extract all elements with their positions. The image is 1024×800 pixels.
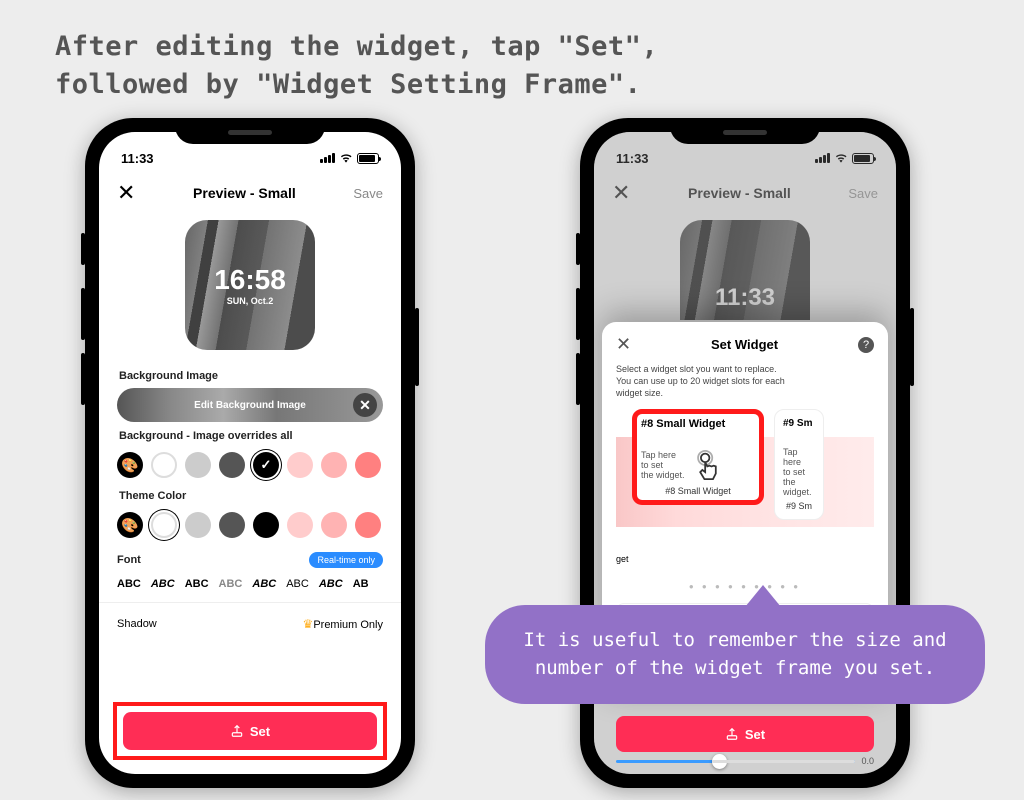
slot-caption: #8 Small Widget [641, 486, 755, 496]
color-swatch[interactable] [185, 512, 211, 538]
color-swatch[interactable] [321, 512, 347, 538]
color-swatch[interactable] [287, 512, 313, 538]
shadow-label: Shadow [117, 618, 157, 630]
save-button[interactable]: Save [353, 186, 383, 201]
set-button-highlight: Set [113, 702, 387, 760]
sheet-close-icon[interactable]: ✕ [616, 334, 631, 355]
slot-title-next: #9 Sm [783, 418, 815, 429]
status-time: 11:33 [121, 151, 154, 166]
instruction-text: After editing the widget, tap "Set", fol… [55, 28, 658, 104]
cellular-icon [320, 153, 335, 163]
font-option[interactable]: AB [353, 578, 369, 590]
slot-tap-text: Tap here to set the widget. [783, 447, 815, 497]
status-time: 11:33 [616, 151, 649, 166]
cellular-icon [815, 153, 830, 163]
color-swatch-selected[interactable] [151, 512, 177, 538]
font-options[interactable]: ABC ABC ABC ABC ABC ABC ABC AB [99, 572, 401, 596]
save-button[interactable]: Save [848, 186, 878, 201]
slot-caption-next: #9 Sm [783, 501, 815, 511]
set-button[interactable]: Set [123, 712, 377, 750]
close-icon[interactable]: ✕ [117, 180, 135, 206]
sheet-subtitle: Select a widget slot you want to replace… [616, 363, 874, 399]
widget-slot-highlighted[interactable]: #8 Small Widget Tap here to set the widg… [632, 409, 764, 505]
header-title: Preview - Small [193, 185, 296, 201]
set-button-label: Set [745, 727, 765, 742]
font-label: Font [117, 554, 141, 566]
widget-slot-next[interactable]: #9 Sm Tap here to set the widget. #9 Sm [774, 409, 824, 520]
edit-bg-label: Edit Background Image [194, 400, 306, 411]
premium-badge: ♛Premium Only [303, 617, 383, 631]
preview-date: SUN, Oct.2 [227, 296, 274, 306]
bg-image-label: Background Image [99, 362, 401, 388]
slot-title: #8 Small Widget [641, 418, 755, 430]
help-icon[interactable]: ? [858, 337, 874, 353]
wifi-icon [339, 153, 353, 164]
preview-clock: 16:58 [214, 264, 286, 296]
slider-value: 0.0 [861, 756, 874, 766]
close-icon[interactable]: ✕ [612, 180, 630, 206]
color-swatch-selected[interactable] [253, 452, 279, 478]
font-option[interactable]: ABC [185, 578, 209, 590]
theme-label: Theme Color [99, 482, 401, 508]
phone-notch [175, 118, 325, 144]
set-button[interactable]: Set [616, 716, 874, 752]
theme-color-row: 🎨 [99, 508, 401, 542]
widget-preview: 16:58 SUN, Oct.2 [185, 220, 315, 350]
tip-callout: It is useful to remember the size and nu… [485, 605, 985, 704]
widget-slot-carousel[interactable]: get #8 Small Widget Tap here to set the … [616, 409, 874, 564]
font-option[interactable]: ABC [219, 578, 243, 590]
font-option[interactable]: ABC [117, 578, 141, 590]
realtime-badge: Real-time only [309, 552, 383, 568]
tap-hand-icon [691, 448, 725, 482]
color-swatch[interactable] [253, 512, 279, 538]
color-swatch[interactable] [151, 452, 177, 478]
color-swatch[interactable] [185, 452, 211, 478]
widget-preview-partial: 11:33 [680, 220, 810, 320]
color-swatch[interactable] [287, 452, 313, 478]
color-swatch[interactable] [219, 452, 245, 478]
font-option[interactable]: ABC [252, 578, 276, 590]
header-title: Preview - Small [688, 185, 791, 201]
color-swatch[interactable] [355, 452, 381, 478]
font-option[interactable]: ABC [319, 578, 343, 590]
palette-icon[interactable]: 🎨 [117, 512, 143, 538]
clear-bg-icon[interactable]: ✕ [353, 393, 377, 417]
bottom-slider[interactable]: 0.0 [616, 756, 874, 766]
sheet-title: Set Widget [711, 337, 778, 352]
slot-tap-text: Tap here to set the widget. [641, 450, 685, 480]
set-button-label: Set [250, 724, 270, 739]
phone-mockup-left: 11:33 ✕ Preview - Small Save 16:58 SUN, … [85, 118, 415, 788]
bg-override-label: Background - Image overrides all [99, 422, 401, 448]
font-option[interactable]: ABC [151, 578, 175, 590]
crown-icon: ♛ [303, 617, 314, 631]
font-option[interactable]: ABC [286, 578, 309, 590]
slider-thumb[interactable] [712, 754, 727, 769]
upload-icon [230, 724, 244, 738]
battery-icon [852, 153, 874, 164]
preview-clock-alt: 11:33 [715, 284, 775, 312]
color-swatch[interactable] [355, 512, 381, 538]
edit-bg-button[interactable]: Edit Background Image ✕ [117, 388, 383, 422]
slot-caption-prev: get [616, 554, 622, 564]
upload-icon [725, 727, 739, 741]
wifi-icon [834, 153, 848, 164]
color-swatch[interactable] [219, 512, 245, 538]
color-swatch[interactable] [321, 452, 347, 478]
bg-color-row: 🎨 [99, 448, 401, 482]
phone-notch [670, 118, 820, 144]
palette-icon[interactable]: 🎨 [117, 452, 143, 478]
battery-icon [357, 153, 379, 164]
